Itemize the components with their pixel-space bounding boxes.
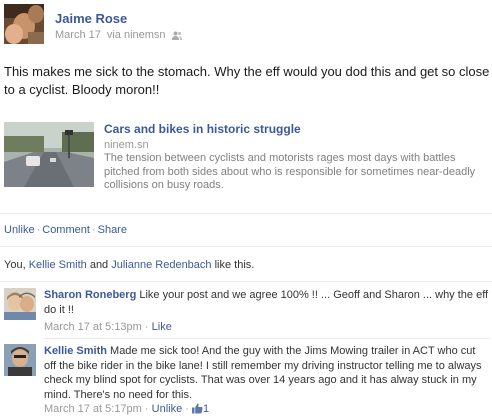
- comment-meta: March 17 at 5:13pm · Like: [44, 321, 172, 333]
- post-header: Jaime Rose March 17 via ninemsn: [4, 4, 488, 48]
- post-via: via ninemsn: [106, 29, 166, 41]
- comment-avatar[interactable]: [4, 344, 36, 376]
- divider: [44, 338, 490, 339]
- attachment-title[interactable]: Cars and bikes in historic struggle: [104, 122, 301, 136]
- comment-like-link[interactable]: Like: [152, 321, 172, 333]
- comment-link[interactable]: Comment: [42, 224, 90, 236]
- comment-meta: March 17 at 5:17pm · Unlike · 1: [44, 403, 209, 415]
- separator: ·: [91, 224, 96, 236]
- comment: Kellie Smith Made me sick too! And the g…: [4, 344, 490, 418]
- comment-author[interactable]: Kellie Smith: [44, 345, 107, 357]
- separator: ·: [36, 224, 41, 236]
- attachment-description: The tension between cyclists and motoris…: [104, 152, 476, 191]
- likes-prefix: You,: [4, 259, 29, 271]
- separator: ·: [144, 321, 149, 333]
- share-attachment[interactable]: Cars and bikes in historic struggle nine…: [4, 117, 488, 193]
- likes-suffix: like this.: [211, 259, 255, 271]
- share-link[interactable]: Share: [98, 224, 127, 236]
- friends-icon[interactable]: [171, 31, 182, 40]
- thumbs-up-icon[interactable]: [192, 403, 203, 414]
- author-name[interactable]: Jaime Rose: [55, 11, 127, 26]
- post-actions: Unlike · Comment · Share: [4, 224, 127, 236]
- comment-like-count[interactable]: 1: [203, 403, 209, 415]
- attachment-source: ninem.sn: [104, 139, 149, 151]
- comment-author[interactable]: Sharon Roneberg: [44, 289, 136, 301]
- post-meta: March 17 via ninemsn: [55, 29, 182, 41]
- post-message: This makes me sick to the stomach. Why t…: [4, 64, 490, 97]
- comment-time[interactable]: March 17 at 5:17pm: [44, 403, 142, 415]
- comment-avatar[interactable]: [4, 288, 36, 320]
- unlike-link[interactable]: Unlike: [4, 224, 35, 236]
- liker-link[interactable]: Julianne Redenbach: [111, 259, 211, 271]
- separator: ·: [185, 403, 189, 415]
- post-date[interactable]: March 17: [55, 29, 101, 41]
- comment-text: Made me sick too! And the guy with the J…: [44, 345, 482, 401]
- likes-and: and: [86, 259, 112, 271]
- separator: ·: [144, 403, 149, 415]
- comment-body: Kellie Smith Made me sick too! And the g…: [44, 344, 490, 402]
- comment-time[interactable]: March 17 at 5:13pm: [44, 321, 142, 333]
- divider: [0, 281, 492, 282]
- comment: Sharon Roneberg Like your post and we ag…: [4, 288, 490, 336]
- attachment-thumbnail[interactable]: [4, 122, 94, 187]
- liker-link[interactable]: Kellie Smith: [29, 259, 87, 271]
- divider: [0, 213, 492, 214]
- likes-summary: You, Kellie Smith and Julianne Redenbach…: [4, 259, 254, 271]
- comment-unlike-link[interactable]: Unlike: [152, 403, 183, 415]
- divider: [0, 246, 492, 247]
- author-avatar[interactable]: [4, 4, 44, 44]
- comment-body: Sharon Roneberg Like your post and we ag…: [44, 288, 490, 317]
